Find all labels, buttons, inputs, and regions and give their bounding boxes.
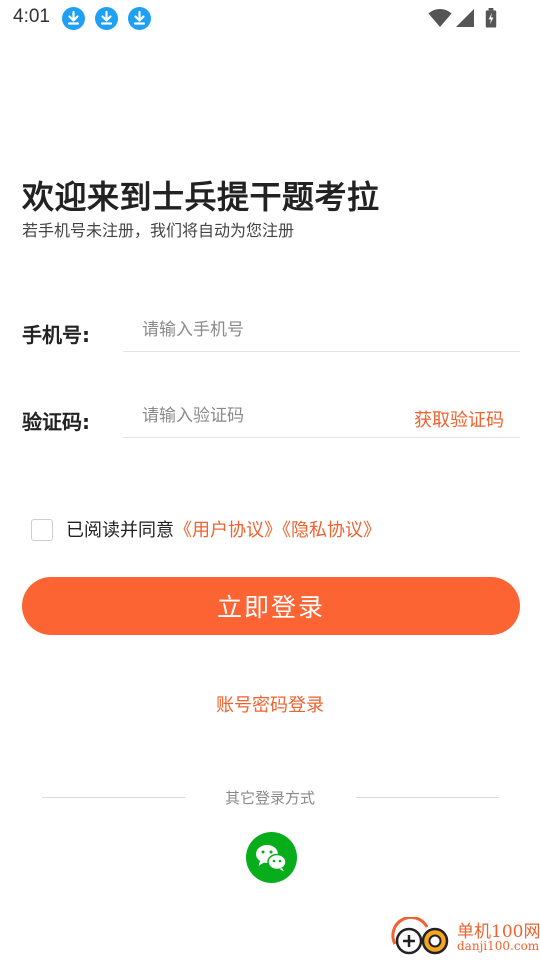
privacy-policy-link[interactable]: 《隐私协议》 [282,520,381,541]
wechat-icon [256,845,287,872]
download-icon [62,7,85,30]
get-code-button[interactable]: 获取验证码 [414,406,504,432]
status-time: 4:01 [13,6,50,27]
user-agreement-link[interactable]: 《用户协议》 [174,520,282,541]
battery-charging-icon [485,8,497,28]
agreement-line: 已阅读并同意《用户协议》《隐私协议》 [66,516,381,542]
download-icon [128,7,151,30]
watermark: 单机100网 danji100.com [389,913,540,959]
status-bar: 4:01 [0,0,540,38]
password-login-link[interactable]: 账号密码登录 [0,691,540,717]
cell-signal-icon [456,9,474,27]
agreement-checkbox[interactable] [31,519,53,541]
phone-label: 手机号: [22,323,90,347]
page-subtitle: 若手机号未注册，我们将自动为您注册 [22,221,295,240]
watermark-logo-icon [391,917,449,955]
code-label: 验证码: [22,410,90,434]
watermark-url: danji100.com [457,939,540,953]
wechat-login-button[interactable] [246,832,297,883]
wifi-icon [428,9,452,27]
divider-right [356,797,499,798]
agreement-text: 已阅读并同意 [66,520,174,541]
download-icon [95,7,118,30]
page-title: 欢迎来到士兵提干题考拉 [22,178,380,216]
phone-input[interactable] [123,308,520,352]
login-button[interactable]: 立即登录 [22,577,520,635]
login-screen: 4:01 欢迎来到士兵提干题考拉 若手机号未注册，我们将自动为您注册 手机号: … [0,0,540,960]
